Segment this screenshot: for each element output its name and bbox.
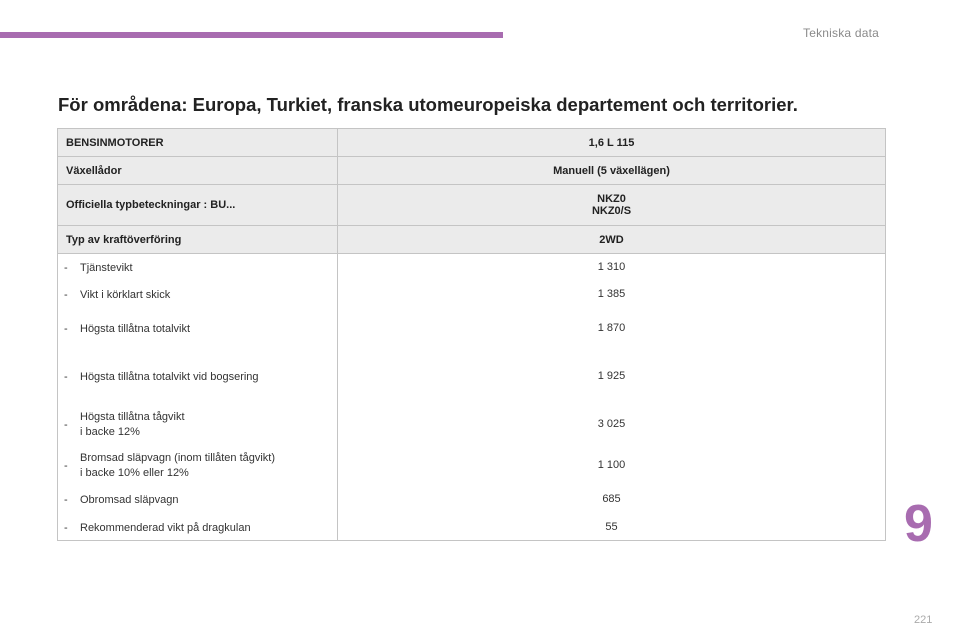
row-label-line: Bromsad släpvagn (inom tillåten tågvikt): [80, 452, 276, 464]
row-value: 55: [605, 521, 618, 533]
table-row: Växellådor Manuell (5 växellägen): [57, 156, 886, 185]
row-dash: -: [64, 371, 68, 383]
drive-value: 2WD: [337, 225, 886, 254]
weight-row-label: - Högsta tillåtna totalvikt vid bogsering: [58, 362, 337, 392]
section-label: Tekniska data: [803, 26, 879, 40]
type-value-1: NKZ0: [597, 193, 626, 205]
row-label-line: Obromsad släpvagn: [80, 493, 179, 506]
weight-labels-cell: - Tjänstevikt - Vikt i körklart skick - Högst…: [57, 253, 338, 543]
gearbox-label: Växellådor: [57, 156, 338, 185]
row-value: 685: [602, 493, 621, 505]
weight-values-cell: 1 310 1 385 1 870 1 925 3 025 1 100 685 55: [337, 253, 886, 541]
weight-row-label: - Obromsad släpvagn: [58, 485, 337, 515]
row-label-line: Högsta tillåtna tågvikt: [80, 411, 185, 423]
row-label: Högsta tillåtna totalvikt: [80, 322, 190, 337]
row-dash: -: [64, 522, 68, 534]
type-values: NKZ0 NKZ0/S: [337, 184, 886, 226]
type-value-2: NKZ0/S: [591, 205, 632, 217]
row-value: 1 385: [597, 288, 626, 300]
row-dash: -: [64, 289, 68, 301]
row-dash: -: [64, 419, 68, 431]
chapter-number: 9: [904, 495, 933, 553]
weight-row-label: - Högsta tillåtna totalvikt: [58, 314, 337, 344]
type-label: Officiella typbeteckningar : BU...: [57, 184, 338, 226]
section-accent-bar: [0, 32, 503, 38]
table-row: BENSINMOTORER 1,6 L 115: [57, 128, 886, 157]
weight-row-label: - Bromsad släpvagn (inom tillåten tågvikt…: [58, 451, 337, 481]
table-row: Typ av kraftöverföring 2WD: [57, 225, 886, 254]
weight-row-label: - Vikt i körklart skick: [58, 280, 337, 310]
engine-value: 1,6 L 115: [337, 128, 886, 157]
weight-row-label: - Tjänstevikt: [58, 253, 337, 283]
table-row: - Tjänstevikt - Vikt i körklart skick - Högst…: [57, 253, 886, 543]
row-label-line: Tjänstevikt: [80, 261, 133, 274]
page-number: 221: [914, 614, 933, 626]
row-value: 3 025: [597, 418, 626, 430]
row-dash: -: [64, 262, 68, 274]
row-label: Vikt i körklart skick: [80, 288, 170, 303]
weight-row-label: - Rekommenderad vikt på dragkulan: [58, 513, 337, 543]
row-dash: -: [64, 494, 68, 506]
row-dash: -: [64, 460, 68, 472]
row-dash: -: [64, 323, 68, 335]
row-value: 1 310: [597, 261, 626, 273]
row-label-line: Vikt i körklart skick: [80, 288, 171, 301]
row-label: Högsta tillåtna totalvikt vid bogsering: [80, 370, 259, 385]
row-label-line: i backe 12%: [80, 426, 140, 438]
gearbox-value: Manuell (5 växellägen): [337, 156, 886, 185]
row-label-line: Högsta tillåtna totalvikt: [80, 322, 191, 335]
row-label: Tjänstevikt: [80, 261, 133, 276]
engine-label: BENSINMOTORER: [57, 128, 338, 157]
table-row: Officiella typbeteckningar : BU... NKZ0 …: [57, 184, 886, 226]
page-title: För områdena: Europa, Turkiet, franska u…: [58, 94, 798, 115]
row-label: Rekommenderad vikt på dragkulan: [80, 521, 251, 536]
row-label: Obromsad släpvagn: [80, 493, 178, 508]
row-label: Högsta tillåtna tågvikt i backe 12%: [80, 410, 185, 440]
weight-row-label: - Högsta tillåtna tågvikt i backe 12%: [58, 410, 337, 440]
row-label-line: i backe 10% eller 12%: [80, 467, 189, 479]
row-label: Bromsad släpvagn (inom tillåten tågvikt)…: [80, 451, 275, 481]
row-label-line: Rekommenderad vikt på dragkulan: [80, 521, 251, 534]
drive-label: Typ av kraftöverföring: [57, 225, 338, 254]
row-label-line: Högsta tillåtna totalvikt vid bogsering: [80, 370, 259, 383]
spec-table: BENSINMOTORER 1,6 L 115 Växellådor Manue…: [57, 128, 886, 541]
row-value: 1 870: [597, 322, 626, 334]
row-value: 1 925: [597, 370, 626, 382]
row-value: 1 100: [597, 459, 626, 471]
